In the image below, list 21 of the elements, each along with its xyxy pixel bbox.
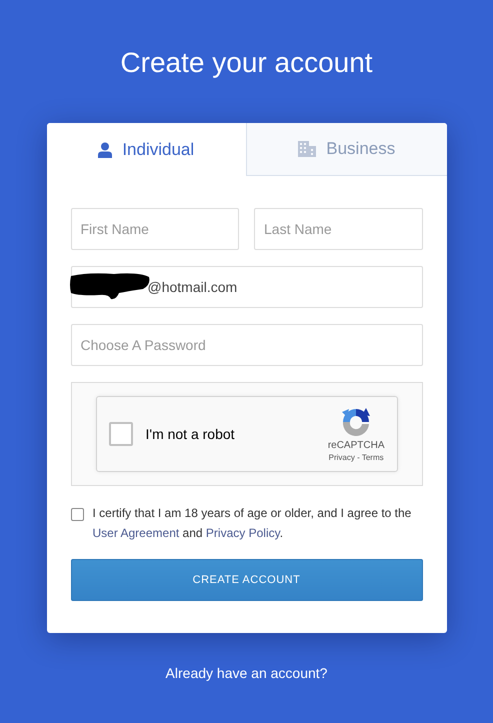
captcha-label: I'm not a robot bbox=[146, 426, 236, 442]
captcha-checkbox[interactable] bbox=[108, 422, 132, 446]
privacy-policy-link[interactable]: Privacy Policy bbox=[206, 526, 280, 540]
privacy-link[interactable]: Privacy bbox=[328, 453, 355, 462]
email-field[interactable]: @hotmail.com bbox=[70, 266, 422, 308]
building-icon bbox=[298, 141, 316, 157]
account-type-tab[interactable]: Individual bbox=[46, 123, 246, 176]
sign-in-link[interactable]: Already have an account? bbox=[166, 665, 328, 681]
user-agreement-link[interactable]: User Agreement bbox=[92, 526, 180, 540]
page-title: Create your account bbox=[120, 46, 373, 80]
link-separator: - bbox=[356, 453, 361, 462]
last-name-field[interactable]: Last Name bbox=[254, 208, 422, 250]
password-field[interactable]: Choose A Password bbox=[70, 324, 422, 366]
terms-link[interactable]: Terms bbox=[362, 453, 384, 462]
person-icon bbox=[98, 142, 112, 158]
recaptcha-icon bbox=[340, 406, 372, 438]
consent-checkbox[interactable] bbox=[70, 508, 84, 521]
first-name-field[interactable]: First Name bbox=[70, 208, 239, 250]
create-account-button[interactable]: CREATE ACCOUNT bbox=[70, 559, 422, 601]
recaptcha-label: reCAPTCHA bbox=[328, 440, 384, 451]
consent-text: I certify that I am 18 years of age or older, and I agree to the User Agreement and Privacy Policy. bbox=[92, 505, 412, 542]
